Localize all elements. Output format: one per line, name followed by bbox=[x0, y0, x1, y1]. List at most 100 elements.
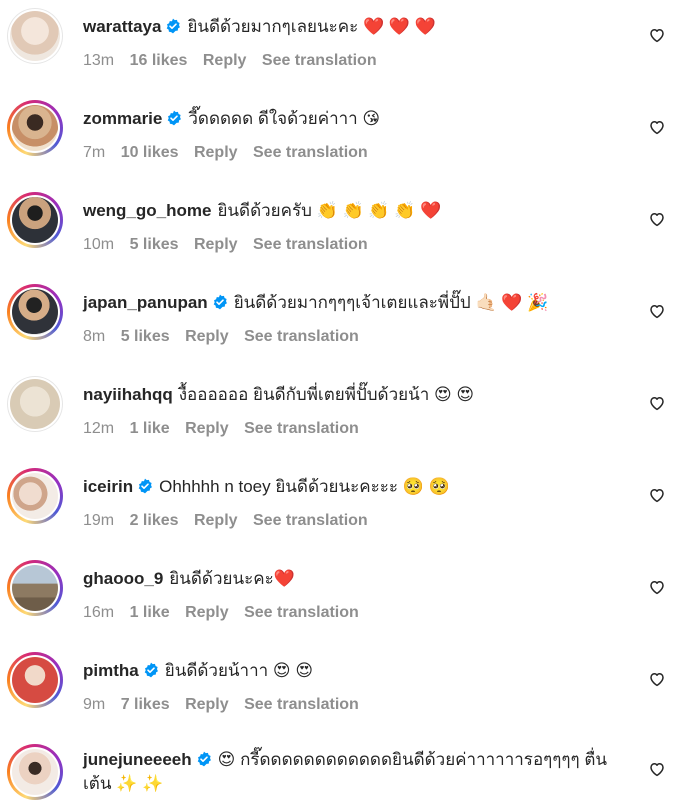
avatar-image bbox=[10, 11, 60, 61]
username[interactable]: pimtha bbox=[83, 661, 139, 680]
comment-body: junejuneeeeh 😍 กรี๊ดดดดดดดดดดดดยินดีด้วยค… bbox=[83, 748, 628, 796]
see-translation-link[interactable]: See translation bbox=[244, 696, 359, 713]
comment-meta: 9m 7 likes Reply See translation bbox=[83, 696, 370, 714]
heart-icon[interactable] bbox=[648, 760, 666, 778]
see-translation-link[interactable]: See translation bbox=[244, 328, 359, 345]
username[interactable]: ghaooo_9 bbox=[83, 569, 163, 588]
avatar[interactable] bbox=[7, 652, 63, 708]
verified-badge-icon bbox=[138, 478, 153, 494]
see-translation-link[interactable]: See translation bbox=[253, 512, 368, 529]
avatar[interactable] bbox=[7, 744, 63, 800]
comment-text: ยินดีด้วยมากๆเลยนะคะ ❤️ ❤️ ❤️ bbox=[187, 17, 436, 36]
avatar-image bbox=[12, 105, 58, 151]
reply-button[interactable]: Reply bbox=[185, 328, 229, 345]
comment-text: ยินดีด้วยน้าาา 😍 😍 bbox=[164, 661, 314, 680]
heart-icon[interactable] bbox=[648, 486, 666, 504]
comment-meta: 13m 16 likes Reply See translation bbox=[83, 52, 388, 70]
reply-button[interactable]: Reply bbox=[185, 420, 229, 437]
comment-body: weng_go_home ยินดีด้วยครับ 👏 👏 👏 👏 ❤️ bbox=[83, 199, 628, 223]
comment-body: zommarie วี๊ดดดดด ดีใจด้วยค่าาา 😘 bbox=[83, 107, 628, 131]
likes-count[interactable]: 1 like bbox=[130, 420, 170, 437]
likes-count[interactable]: 16 likes bbox=[130, 52, 188, 69]
heart-icon[interactable] bbox=[648, 578, 666, 596]
avatar-image bbox=[12, 197, 58, 243]
likes-count[interactable]: 10 likes bbox=[121, 144, 179, 161]
comment-time: 13m bbox=[83, 52, 115, 69]
comment-time: 10m bbox=[83, 236, 115, 253]
avatar-image bbox=[12, 473, 58, 519]
comment-meta: 10m 5 likes Reply See translation bbox=[83, 236, 379, 254]
comment-body: japan_panupan ยินดีด้วยมากๆๆๆเจ้าเตยและพี… bbox=[83, 291, 628, 315]
see-translation-link[interactable]: See translation bbox=[244, 420, 359, 437]
username[interactable]: junejuneeeeh bbox=[83, 750, 192, 769]
heart-icon[interactable] bbox=[648, 118, 666, 136]
comment-item: nayiihahqq งื้ออออออ ยินดีกับพี่เตยพี่ปั๊… bbox=[0, 368, 676, 460]
reply-button[interactable]: Reply bbox=[194, 512, 238, 529]
comment-time: 8m bbox=[83, 328, 106, 345]
username[interactable]: japan_panupan bbox=[83, 293, 208, 312]
likes-count[interactable]: 2 likes bbox=[130, 512, 179, 529]
avatar[interactable] bbox=[7, 376, 63, 432]
heart-icon[interactable] bbox=[648, 210, 666, 228]
see-translation-link[interactable]: See translation bbox=[244, 604, 359, 621]
heart-icon[interactable] bbox=[648, 26, 666, 44]
comment-item: junejuneeeeh 😍 กรี๊ดดดดดดดดดดดดยินดีด้วยค… bbox=[0, 736, 676, 800]
username[interactable]: iceirin bbox=[83, 477, 133, 496]
see-translation-link[interactable]: See translation bbox=[253, 236, 368, 253]
heart-icon[interactable] bbox=[648, 302, 666, 320]
verified-badge-icon bbox=[168, 110, 182, 126]
comment-time: 7m bbox=[83, 144, 106, 161]
avatar[interactable] bbox=[7, 560, 63, 616]
comment-list: warattaya ยินดีด้วยมากๆเลยนะคะ ❤️ ❤️ ❤️ 1… bbox=[0, 0, 676, 800]
comment-body: iceirin Ohhhhh n toey ยินดีด้วยนะคะะะ 🥺 🥺 bbox=[83, 475, 628, 499]
comment-body: pimtha ยินดีด้วยน้าาา 😍 😍 bbox=[83, 659, 628, 683]
comment-time: 19m bbox=[83, 512, 115, 529]
heart-icon[interactable] bbox=[648, 394, 666, 412]
avatar[interactable] bbox=[7, 100, 63, 156]
comment-meta: 12m 1 like Reply See translation bbox=[83, 420, 370, 438]
reply-button[interactable]: Reply bbox=[185, 604, 229, 621]
username[interactable]: nayiihahqq bbox=[83, 385, 173, 404]
likes-count[interactable]: 7 likes bbox=[121, 696, 170, 713]
comment-time: 12m bbox=[83, 420, 115, 437]
see-translation-link[interactable]: See translation bbox=[253, 144, 368, 161]
heart-icon[interactable] bbox=[648, 670, 666, 688]
comment-body: ghaooo_9 ยินดีด้วยนะคะ❤️ bbox=[83, 567, 628, 591]
avatar[interactable] bbox=[7, 284, 63, 340]
comment-time: 16m bbox=[83, 604, 115, 621]
avatar[interactable] bbox=[7, 192, 63, 248]
likes-count[interactable]: 5 likes bbox=[130, 236, 179, 253]
comment-text: ยินดีด้วยครับ 👏 👏 👏 👏 ❤️ bbox=[217, 201, 442, 220]
username[interactable]: zommarie bbox=[83, 109, 162, 128]
verified-badge-icon bbox=[144, 662, 158, 678]
comment-item: iceirin Ohhhhh n toey ยินดีด้วยนะคะะะ 🥺 🥺… bbox=[0, 460, 676, 552]
comment-time: 9m bbox=[83, 696, 106, 713]
comment-meta: 16m 1 like Reply See translation bbox=[83, 604, 370, 622]
verified-badge-icon bbox=[213, 294, 227, 310]
comment-item: warattaya ยินดีด้วยมากๆเลยนะคะ ❤️ ❤️ ❤️ 1… bbox=[0, 0, 676, 92]
username[interactable]: weng_go_home bbox=[83, 201, 211, 220]
likes-count[interactable]: 1 like bbox=[130, 604, 170, 621]
avatar-image bbox=[12, 749, 58, 795]
comment-text: งื้ออออออ ยินดีกับพี่เตยพี่ปั๊บด้วยน้า 😍… bbox=[178, 385, 475, 404]
reply-button[interactable]: Reply bbox=[203, 52, 247, 69]
comment-meta: 19m 2 likes Reply See translation bbox=[83, 512, 379, 530]
reply-button[interactable]: Reply bbox=[194, 144, 238, 161]
avatar-image bbox=[10, 379, 60, 429]
comment-text: ยินดีด้วยนะคะ❤️ bbox=[169, 569, 295, 588]
avatar-image bbox=[12, 289, 58, 335]
verified-badge-icon bbox=[167, 18, 181, 34]
reply-button[interactable]: Reply bbox=[185, 696, 229, 713]
see-translation-link[interactable]: See translation bbox=[262, 52, 377, 69]
avatar-image bbox=[12, 657, 58, 703]
avatar[interactable] bbox=[7, 468, 63, 524]
likes-count[interactable]: 5 likes bbox=[121, 328, 170, 345]
avatar-image bbox=[12, 565, 58, 611]
comment-meta: 8m 5 likes Reply See translation bbox=[83, 328, 370, 346]
username[interactable]: warattaya bbox=[83, 17, 161, 36]
reply-button[interactable]: Reply bbox=[194, 236, 238, 253]
comment-body: nayiihahqq งื้ออออออ ยินดีกับพี่เตยพี่ปั๊… bbox=[83, 383, 628, 407]
comment-meta: 7m 10 likes Reply See translation bbox=[83, 144, 379, 162]
comment-item: zommarie วี๊ดดดดด ดีใจด้วยค่าาา 😘 7m 10 l… bbox=[0, 92, 676, 184]
avatar[interactable] bbox=[7, 8, 63, 64]
